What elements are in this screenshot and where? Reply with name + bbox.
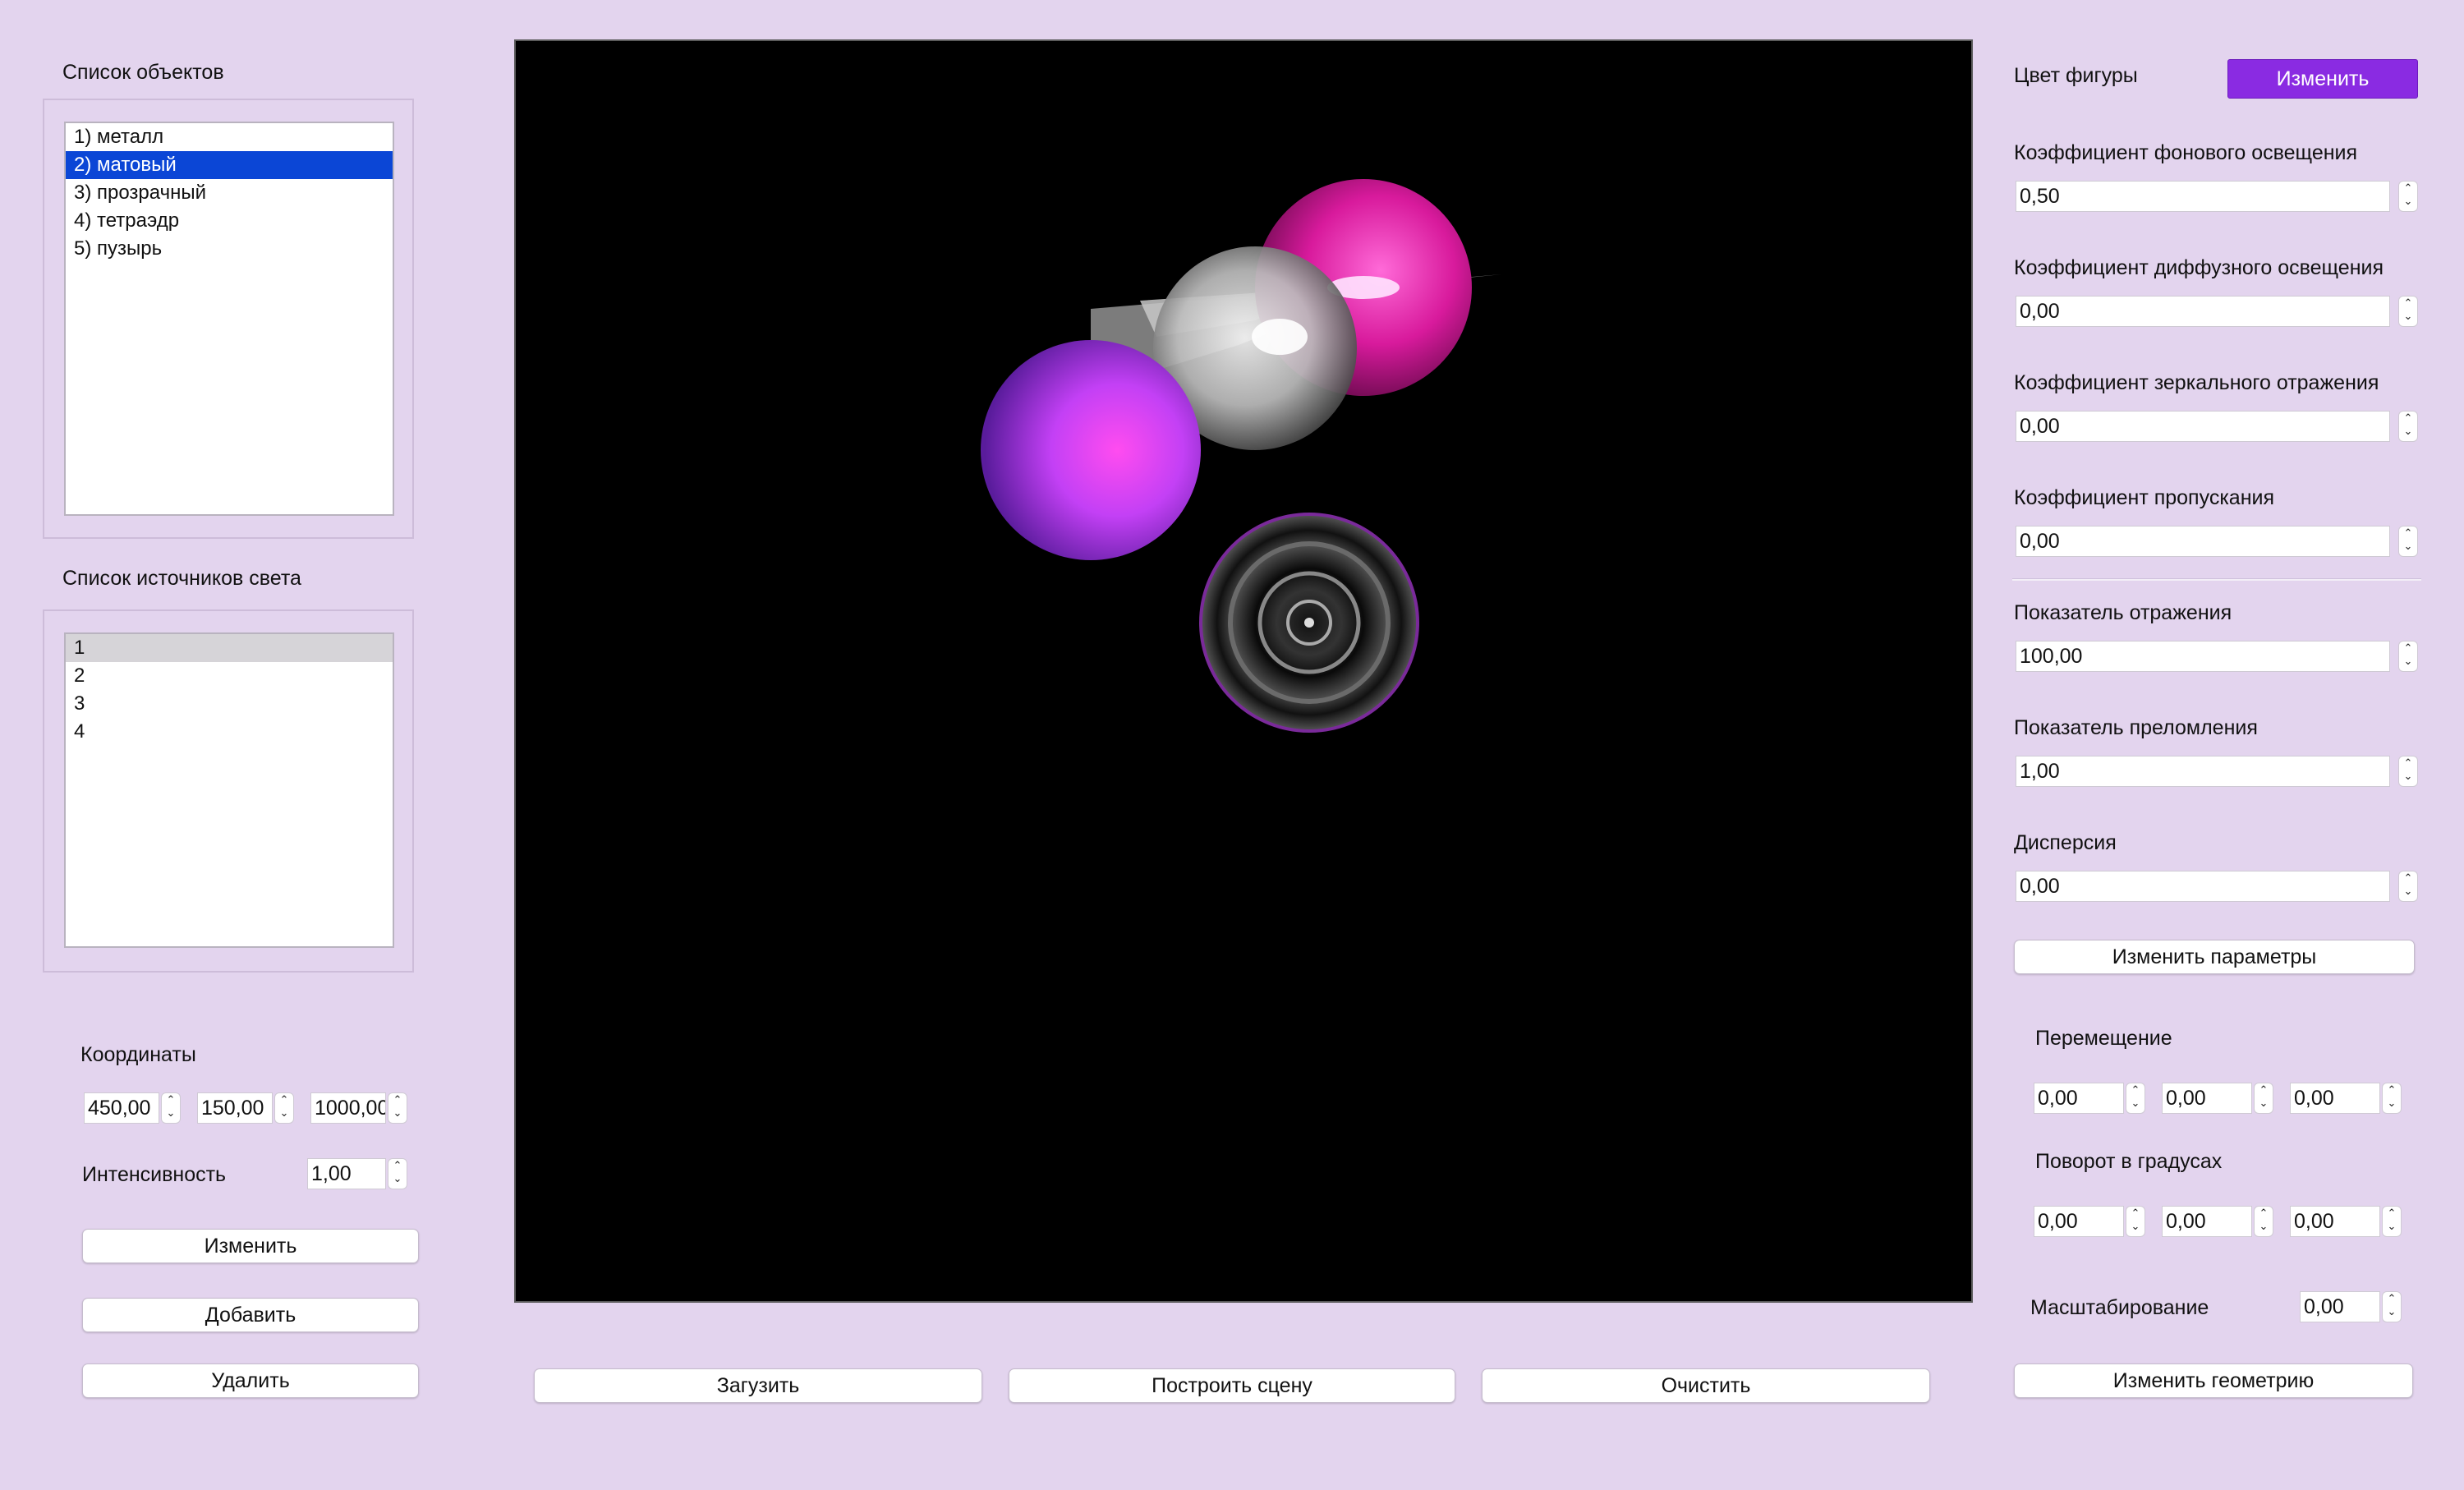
lights-groupbox: 1234 [43, 609, 414, 973]
shape-color-label: Цвет фигуры [2014, 64, 2138, 87]
light-list-item[interactable]: 1 [66, 634, 393, 662]
coordinates-label: Координаты [80, 1043, 196, 1066]
load-button[interactable]: Загузить [534, 1368, 982, 1403]
dispersion-label: Дисперсия [2014, 831, 2117, 854]
reflection-exp-field[interactable]: 100,00 [2016, 641, 2390, 672]
intensity-field[interactable]: 1,00 [307, 1158, 386, 1189]
object-list-item[interactable]: 2) матовый [66, 151, 393, 179]
rotate-x-stepper-icon[interactable]: ⌃ ⌄ [2126, 1206, 2145, 1237]
change-color-button[interactable]: Изменить [2227, 59, 2418, 99]
light-z-spinbox[interactable]: 1000,00 ⌃ ⌄ [310, 1092, 407, 1124]
diffuse-field[interactable]: 0,00 [2016, 296, 2390, 327]
object-list-item[interactable]: 3) прозрачный [66, 179, 393, 207]
move-x-stepper-icon[interactable]: ⌃ ⌄ [2126, 1083, 2145, 1114]
light-z-field[interactable]: 1000,00 [310, 1092, 386, 1124]
apply-parameters-button[interactable]: Изменить параметры [2014, 940, 2415, 974]
ambient-label: Коэффициент фонового освещения [2014, 141, 2358, 164]
move-x-spinbox[interactable]: 0,00 ⌃ ⌄ [2034, 1083, 2145, 1114]
intensity-stepper-icon[interactable]: ⌃ ⌄ [388, 1158, 407, 1189]
move-y-spinbox[interactable]: 0,00 ⌃ ⌄ [2162, 1083, 2273, 1114]
diffuse-spinbox[interactable]: 0,00 ⌃ ⌄ [2016, 296, 2418, 327]
rotate-x-spinbox[interactable]: 0,00 ⌃ ⌄ [2034, 1206, 2145, 1237]
light-list-item[interactable]: 3 [66, 690, 393, 718]
light-change-button[interactable]: Изменить [82, 1229, 419, 1263]
light-list-item[interactable]: 4 [66, 718, 393, 746]
move-z-field[interactable]: 0,00 [2290, 1083, 2380, 1114]
light-x-stepper-icon[interactable]: ⌃ ⌄ [161, 1092, 181, 1124]
move-y-stepper-icon[interactable]: ⌃ ⌄ [2254, 1083, 2273, 1114]
scale-field[interactable]: 0,00 [2300, 1291, 2380, 1322]
objects-list[interactable]: 1) металл 2) матовый 3) прозрачный 4) тетра… [64, 122, 394, 516]
rotate-x-field[interactable]: 0,00 [2034, 1206, 2124, 1237]
rotate-z-spinbox[interactable]: 0,00 ⌃ ⌄ [2290, 1206, 2402, 1237]
scale-label: Масштабирование [2030, 1296, 2209, 1319]
light-delete-button[interactable]: Удалить [82, 1364, 419, 1398]
light-y-field[interactable]: 150,00 [197, 1092, 273, 1124]
rendered-scene [981, 179, 1501, 733]
light-x-spinbox[interactable]: 450,00 ⌃ ⌄ [84, 1092, 181, 1124]
light-y-spinbox[interactable]: 150,00 ⌃ ⌄ [197, 1092, 294, 1124]
rotate-y-spinbox[interactable]: 0,00 ⌃ ⌄ [2162, 1206, 2273, 1237]
objects-list-title: Список объектов [62, 61, 224, 84]
refraction-field[interactable]: 1,00 [2016, 756, 2390, 787]
object-list-item[interactable]: 5) пузырь [66, 235, 393, 263]
transmission-field[interactable]: 0,00 [2016, 526, 2390, 557]
diffuse-label: Коэффициент диффузного освещения [2014, 256, 2384, 279]
ambient-stepper-icon[interactable]: ⌃ ⌄ [2398, 181, 2418, 212]
ambient-spinbox[interactable]: 0,50 ⌃ ⌄ [2016, 181, 2418, 212]
light-x-field[interactable]: 450,00 [84, 1092, 159, 1124]
specular-spinbox[interactable]: 0,00 ⌃ ⌄ [2016, 411, 2418, 442]
object-list-item[interactable]: 4) тетраэдр [66, 207, 393, 235]
diffuse-stepper-icon[interactable]: ⌃ ⌄ [2398, 296, 2418, 327]
objects-groupbox: 1) металл 2) матовый 3) прозрачный 4) тетра… [43, 99, 414, 539]
reflection-exp-label: Показатель отражения [2014, 601, 2232, 624]
rotate-label: Поворот в градусах [2035, 1150, 2223, 1173]
divider-line [2012, 578, 2421, 581]
build-scene-button[interactable]: Построить сцену [1009, 1368, 1455, 1403]
scale-stepper-icon[interactable]: ⌃ ⌄ [2382, 1291, 2402, 1322]
specular-label: Коэффициент зеркального отражения [2014, 371, 2379, 394]
dispersion-spinbox[interactable]: 0,00 ⌃ ⌄ [2016, 871, 2418, 902]
intensity-spinbox[interactable]: 1,00 ⌃ ⌄ [307, 1158, 407, 1189]
intensity-label: Интенсивность [82, 1163, 227, 1186]
move-z-spinbox[interactable]: 0,00 ⌃ ⌄ [2290, 1083, 2402, 1114]
scale-spinbox[interactable]: 0,00 ⌃ ⌄ [2300, 1291, 2402, 1322]
ambient-field[interactable]: 0,50 [2016, 181, 2390, 212]
dispersion-stepper-icon[interactable]: ⌃ ⌄ [2398, 871, 2418, 902]
rotate-y-stepper-icon[interactable]: ⌃ ⌄ [2254, 1206, 2273, 1237]
move-x-field[interactable]: 0,00 [2034, 1083, 2124, 1114]
apply-geometry-button[interactable]: Изменить геометрию [2014, 1364, 2413, 1398]
transmission-spinbox[interactable]: 0,00 ⌃ ⌄ [2016, 526, 2418, 557]
refraction-label: Показатель преломления [2014, 716, 2258, 739]
refraction-spinbox[interactable]: 1,00 ⌃ ⌄ [2016, 756, 2418, 787]
specular-stepper-icon[interactable]: ⌃ ⌄ [2398, 411, 2418, 442]
dispersion-field[interactable]: 0,00 [2016, 871, 2390, 902]
render-viewport[interactable] [514, 39, 1973, 1303]
reflection-exp-spinbox[interactable]: 100,00 ⌃ ⌄ [2016, 641, 2418, 672]
object-list-item[interactable]: 1) металл [66, 123, 393, 151]
lights-list-title: Список источников света [62, 567, 301, 590]
reflection-exp-stepper-icon[interactable]: ⌃ ⌄ [2398, 641, 2418, 672]
clear-button[interactable]: Очистить [1482, 1368, 1930, 1403]
light-add-button[interactable]: Добавить [82, 1298, 419, 1332]
move-label: Перемещение [2035, 1027, 2172, 1050]
move-y-field[interactable]: 0,00 [2162, 1083, 2252, 1114]
rotate-y-field[interactable]: 0,00 [2162, 1206, 2252, 1237]
specular-field[interactable]: 0,00 [2016, 411, 2390, 442]
light-y-stepper-icon[interactable]: ⌃ ⌄ [274, 1092, 294, 1124]
move-z-stepper-icon[interactable]: ⌃ ⌄ [2382, 1083, 2402, 1114]
lights-list[interactable]: 1234 [64, 632, 394, 948]
light-z-stepper-icon[interactable]: ⌃ ⌄ [388, 1092, 407, 1124]
transmission-stepper-icon[interactable]: ⌃ ⌄ [2398, 526, 2418, 557]
refraction-stepper-icon[interactable]: ⌃ ⌄ [2398, 756, 2418, 787]
matte-sphere [981, 340, 1201, 560]
rotate-z-stepper-icon[interactable]: ⌃ ⌄ [2382, 1206, 2402, 1237]
light-list-item[interactable]: 2 [66, 662, 393, 690]
rotate-z-field[interactable]: 0,00 [2290, 1206, 2380, 1237]
transmission-label: Коэффициент пропускания [2014, 486, 2275, 509]
